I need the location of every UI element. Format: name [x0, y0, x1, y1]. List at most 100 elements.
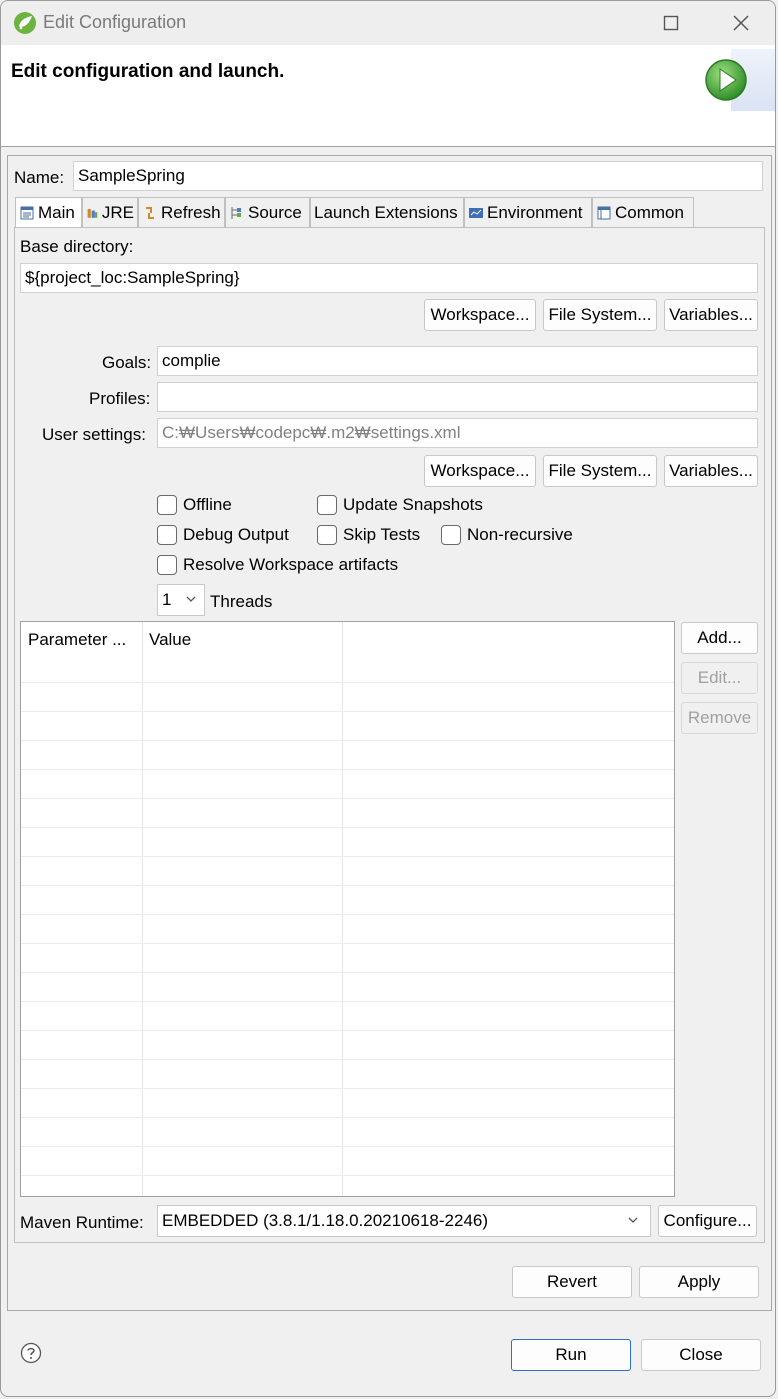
checkbox-box[interactable]	[157, 555, 177, 575]
update-snapshots-checkbox[interactable]: Update Snapshots	[317, 495, 483, 515]
tab-launch-extensions[interactable]: Launch Extensions	[310, 197, 464, 227]
tab-refresh[interactable]: Refresh	[138, 197, 225, 227]
tab-label: Source	[248, 202, 302, 222]
checkbox-box[interactable]	[441, 525, 461, 545]
table-row	[21, 885, 674, 886]
run-launch-icon	[705, 59, 747, 101]
table-row	[21, 943, 674, 944]
table-row	[21, 914, 674, 915]
table-row	[21, 972, 674, 973]
spring-logo-icon	[14, 12, 36, 34]
goals-input[interactable]: complie	[157, 346, 758, 376]
checkbox-label: Update Snapshots	[343, 495, 483, 514]
resolve-workspace-checkbox[interactable]: Resolve Workspace artifacts	[157, 555, 398, 575]
column-header-value[interactable]: Value	[142, 622, 342, 658]
close-window-button[interactable]	[721, 5, 761, 41]
table-row	[21, 682, 674, 683]
checkbox-box[interactable]	[317, 495, 337, 515]
file-system-button[interactable]: File System...	[543, 299, 657, 331]
checkbox-box[interactable]	[317, 525, 337, 545]
maven-runtime-label: Maven Runtime:	[20, 1213, 144, 1232]
help-icon[interactable]	[20, 1342, 42, 1364]
threads-value: 1	[162, 590, 172, 609]
table-row	[21, 798, 674, 799]
checkbox-label: Offline	[183, 495, 232, 514]
table-row	[21, 1175, 674, 1176]
threads-select[interactable]: 1	[157, 584, 205, 616]
main-tab-icon	[20, 206, 34, 220]
maximize-button[interactable]	[651, 5, 691, 41]
refresh-icon	[146, 206, 154, 219]
tab-label: JRE	[101, 202, 134, 222]
jre-icon	[87, 208, 98, 218]
workspace-button[interactable]: Workspace...	[424, 299, 536, 331]
table-header: Parameter ... Value	[21, 622, 674, 658]
column-divider	[142, 622, 143, 1196]
edit-configuration-dialog: Edit Configuration Edit configuration an…	[0, 0, 776, 1397]
tab-label: Main	[38, 203, 75, 222]
goals-label: Goals:	[102, 353, 152, 372]
tab-environment[interactable]: Environment	[464, 197, 592, 227]
table-row	[21, 769, 674, 770]
apply-button[interactable]: Apply	[639, 1266, 759, 1298]
user-settings-label: User settings:	[42, 425, 146, 444]
close-button[interactable]: Close	[641, 1339, 761, 1371]
chevron-down-icon	[628, 1217, 638, 1223]
checkbox-label: Skip Tests	[343, 525, 421, 544]
checkbox-label: Non-recursive	[467, 525, 573, 544]
user-settings-input[interactable]: C:₩Users₩codepc₩.m2₩settings.xml	[157, 418, 758, 448]
tab-label: Environment	[487, 202, 583, 222]
parameters-table[interactable]: Parameter ... Value	[20, 621, 675, 1197]
tab-label: Refresh	[161, 202, 221, 222]
workspace-button-2[interactable]: Workspace...	[424, 455, 536, 487]
header-title: Edit configuration and launch.	[11, 61, 285, 82]
remove-parameter-button[interactable]: Remove	[681, 702, 758, 734]
maven-runtime-select[interactable]: EMBEDDED (3.8.1/1.18.0.20210618-2246)	[157, 1205, 651, 1237]
table-row	[21, 1117, 674, 1118]
profiles-label: Profiles:	[89, 389, 151, 408]
table-row	[21, 827, 674, 828]
source-icon	[231, 206, 241, 219]
profiles-input[interactable]	[157, 382, 758, 412]
tab-jre[interactable]: JRE	[82, 197, 138, 227]
offline-checkbox[interactable]: Offline	[157, 495, 232, 515]
variables-button-2[interactable]: Variables...	[664, 455, 758, 487]
threads-label: Threads	[210, 592, 273, 611]
run-button[interactable]: Run	[511, 1339, 631, 1371]
table-row	[21, 1146, 674, 1147]
non-recursive-checkbox[interactable]: Non-recursive	[441, 525, 573, 545]
chevron-down-icon	[186, 596, 196, 602]
debug-output-checkbox[interactable]: Debug Output	[157, 525, 289, 545]
variables-button[interactable]: Variables...	[664, 299, 758, 331]
checkbox-box[interactable]	[157, 525, 177, 545]
tab-main[interactable]: Main	[15, 197, 82, 228]
table-row	[21, 1088, 674, 1089]
tab-bar: Main JRE Refresh Source Launch Extension…	[15, 197, 765, 228]
checkbox-label: Debug Output	[183, 525, 289, 544]
checkbox-box[interactable]	[157, 495, 177, 515]
add-parameter-button[interactable]: Add...	[681, 622, 758, 654]
tab-label: Common	[615, 202, 684, 222]
tab-common[interactable]: Common	[592, 197, 694, 227]
file-system-button-2[interactable]: File System...	[543, 455, 657, 487]
maximize-icon	[663, 15, 679, 31]
table-row	[21, 1030, 674, 1031]
maven-runtime-value: EMBEDDED (3.8.1/1.18.0.20210618-2246)	[162, 1211, 489, 1230]
checkbox-label: Resolve Workspace artifacts	[183, 555, 399, 574]
column-divider	[342, 622, 343, 1196]
name-input[interactable]: SampleSpring	[73, 161, 763, 191]
table-row	[21, 856, 674, 857]
revert-button[interactable]: Revert	[512, 1266, 632, 1298]
table-row	[21, 1001, 674, 1002]
table-row	[21, 711, 674, 712]
configure-button[interactable]: Configure...	[658, 1205, 757, 1237]
skip-tests-checkbox[interactable]: Skip Tests	[317, 525, 420, 545]
column-header-parameter[interactable]: Parameter ...	[21, 622, 142, 658]
table-row	[21, 1059, 674, 1060]
edit-parameter-button[interactable]: Edit...	[681, 662, 758, 694]
table-row	[21, 740, 674, 741]
environment-icon	[469, 207, 483, 218]
common-icon	[597, 206, 611, 219]
base-directory-input[interactable]: ${project_loc:SampleSpring}	[20, 263, 758, 293]
tab-source[interactable]: Source	[225, 197, 310, 227]
